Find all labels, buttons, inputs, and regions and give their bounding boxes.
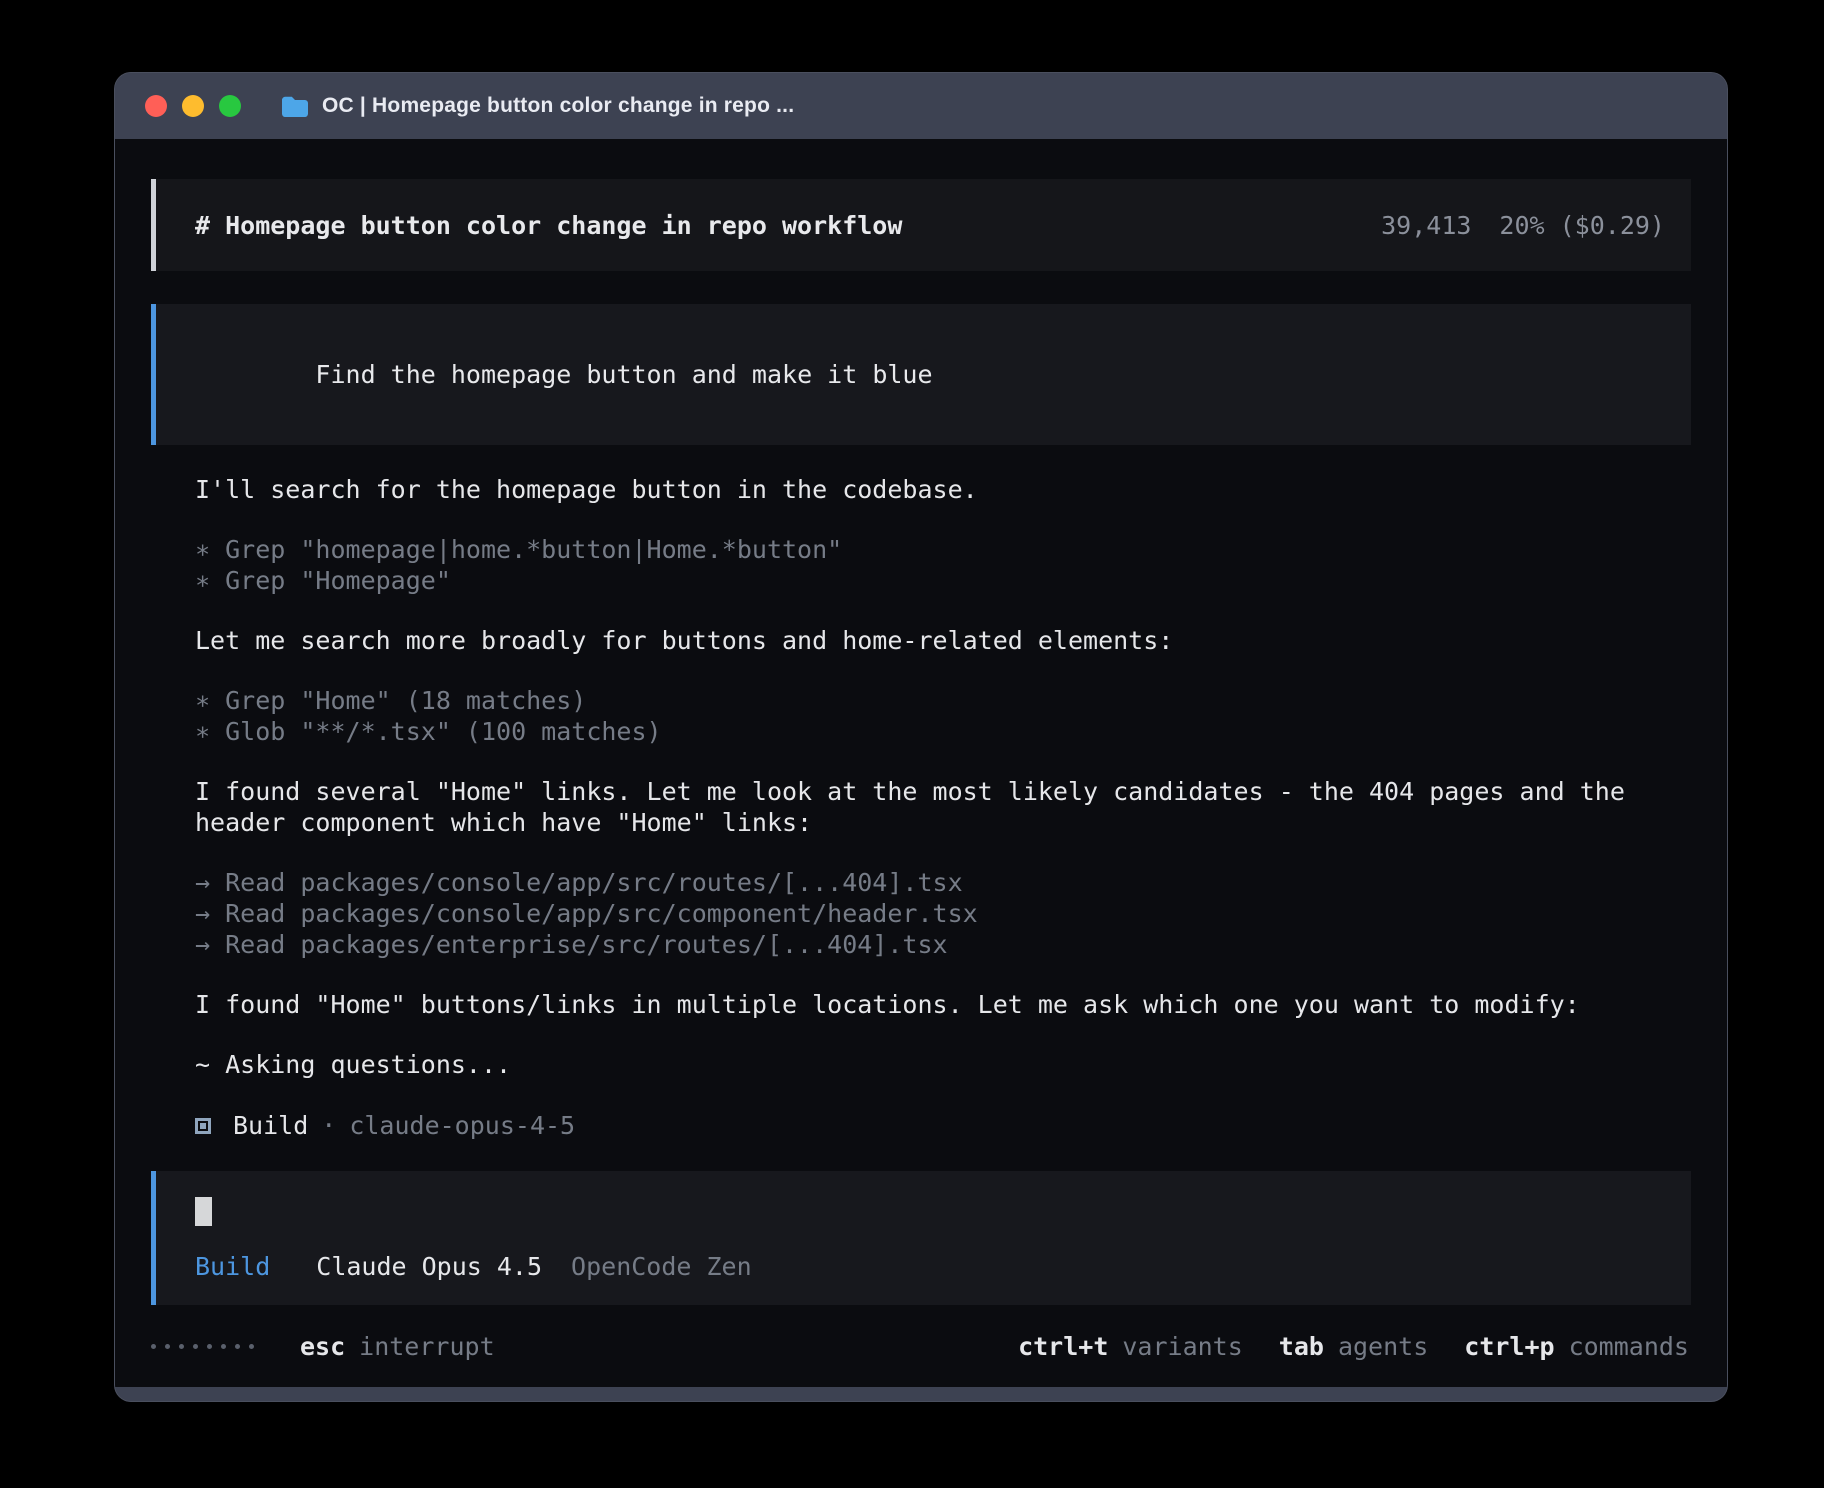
statusbar-left: esc interrupt <box>151 1332 495 1361</box>
tool-call-grep: ∗ Grep "Homepage" <box>195 565 1691 596</box>
close-button[interactable] <box>145 95 167 117</box>
text-cursor <box>195 1197 212 1226</box>
shortcut-label: interrupt <box>359 1332 494 1361</box>
terminal-window: OC | Homepage button color change in rep… <box>115 73 1727 1401</box>
model-label[interactable]: Claude Opus 4.5 <box>316 1252 542 1281</box>
agent-name: Build <box>233 1110 308 1141</box>
tool-call-read: → Read packages/console/app/src/componen… <box>195 898 1691 929</box>
tool-call-group: ∗ Grep "homepage|home.*button|Home.*butt… <box>151 534 1691 596</box>
tool-call-read: → Read packages/console/app/src/routes/[… <box>195 867 1691 898</box>
title-group: OC | Homepage button color change in rep… <box>281 94 794 118</box>
traffic-lights <box>145 95 241 117</box>
session-stats: 39,413 20% ($0.29) <box>1381 211 1665 240</box>
assistant-paragraph: I found several "Home" links. Let me loo… <box>151 776 1691 838</box>
agent-icon <box>195 1118 211 1134</box>
provider-label: OpenCode Zen <box>571 1252 752 1281</box>
separator-dot: · <box>321 1110 336 1141</box>
session-title: # Homepage button color change in repo w… <box>195 211 902 240</box>
tool-call-glob: ∗ Glob "**/*.tsx" (100 matches) <box>195 716 1691 747</box>
shortcut-key: tab <box>1279 1332 1324 1361</box>
mode-label[interactable]: Build <box>195 1252 270 1281</box>
statusbar: esc interrupt ctrl+t variants tab agents… <box>151 1332 1691 1361</box>
folder-icon <box>281 95 309 118</box>
user-message: Find the homepage button and make it blu… <box>151 304 1691 445</box>
assistant-text: Let me search more broadly for buttons a… <box>195 625 1691 656</box>
statusbar-right: ctrl+t variants tab agents ctrl+p comman… <box>1018 1332 1689 1361</box>
assistant-working-text: ~ Asking questions... <box>195 1049 1691 1080</box>
tool-call-grep: ∗ Grep "homepage|home.*button|Home.*butt… <box>195 534 1691 565</box>
tool-call-group: ∗ Grep "Home" (18 matches) ∗ Glob "**/*.… <box>151 685 1691 747</box>
spinner <box>151 1344 254 1349</box>
input-meta-row: Build Claude Opus 4.5 OpenCode Zen <box>195 1252 1665 1281</box>
terminal-body: # Homepage button color change in repo w… <box>115 139 1727 1387</box>
shortcut-label: agents <box>1338 1332 1428 1361</box>
agent-status-row: Build · claude-opus-4-5 <box>195 1110 1691 1141</box>
shortcut-variants: ctrl+t variants <box>1018 1332 1243 1361</box>
session-header: # Homepage button color change in repo w… <box>151 179 1691 271</box>
assistant-text: I found "Home" buttons/links in multiple… <box>195 989 1691 1020</box>
assistant-text: I'll search for the homepage button in t… <box>195 474 1691 505</box>
shortcut-key: ctrl+p <box>1464 1332 1554 1361</box>
shortcut-interrupt: esc interrupt <box>300 1332 495 1361</box>
context-usage: 20% ($0.29) <box>1499 211 1665 240</box>
agent-model: claude-opus-4-5 <box>349 1110 575 1141</box>
tool-call-grep: ∗ Grep "Home" (18 matches) <box>195 685 1691 716</box>
prompt-input[interactable]: Build Claude Opus 4.5 OpenCode Zen <box>151 1171 1691 1305</box>
assistant-text: header component which have "Home" links… <box>195 807 1691 838</box>
shortcut-commands: ctrl+p commands <box>1464 1332 1689 1361</box>
titlebar[interactable]: OC | Homepage button color change in rep… <box>115 73 1727 139</box>
user-message-text: Find the homepage button and make it blu… <box>315 360 932 389</box>
tool-call-group: → Read packages/console/app/src/routes/[… <box>151 867 1691 960</box>
zoom-button[interactable] <box>219 95 241 117</box>
token-count: 39,413 <box>1381 211 1471 240</box>
minimize-button[interactable] <box>182 95 204 117</box>
shortcut-key: esc <box>300 1332 345 1361</box>
shortcut-agents: tab agents <box>1279 1332 1428 1361</box>
desktop: OC | Homepage button color change in rep… <box>0 0 1824 1488</box>
assistant-text: I found several "Home" links. Let me loo… <box>195 776 1691 807</box>
shortcut-key: ctrl+t <box>1018 1332 1108 1361</box>
shortcut-label: commands <box>1569 1332 1689 1361</box>
tool-call-read: → Read packages/enterprise/src/routes/[.… <box>195 929 1691 960</box>
window-title: OC | Homepage button color change in rep… <box>322 94 794 118</box>
shortcut-label: variants <box>1122 1332 1242 1361</box>
